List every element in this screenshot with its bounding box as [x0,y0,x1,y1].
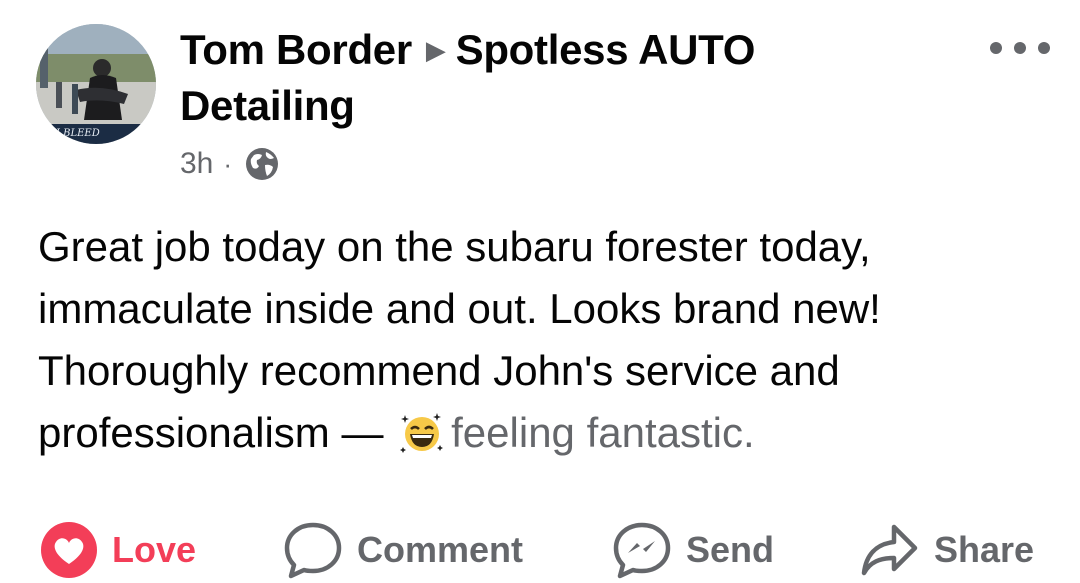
post-header: Tom Border ▶ Spotless AUTO Detailing [180,22,920,134]
grinning-stars-emoji-icon [400,413,444,453]
send-label: Send [686,529,775,570]
post-body: Great job today on the subaru forester t… [38,216,1048,464]
post-actions-bar: Love Comment Send Share [0,518,1080,582]
share-label: Share [934,529,1035,570]
feeling-text[interactable]: feeling fantastic. [451,409,755,456]
messenger-icon [613,522,671,579]
svg-text:I BLEED: I BLEED [55,128,100,139]
share-arrow-icon [861,524,918,576]
more-options-icon[interactable] [990,36,1050,60]
author-name[interactable]: Tom Border [180,26,412,73]
post-timestamp[interactable]: 3h [180,147,213,181]
share-button[interactable]: Share [860,518,1034,582]
love-label: Love [112,529,197,570]
heart-icon [41,522,97,578]
love-button[interactable]: Love [40,518,196,582]
triangle-right-icon: ▶ [425,35,446,65]
globe-icon [246,148,279,180]
post-meta: 3h · [180,142,280,186]
send-button[interactable]: Send [612,518,774,582]
facebook-post: I BLEED Tom Border ▶ Spotless AUTO Detaili… [0,0,1080,583]
meta-separator: · [223,148,233,179]
comment-bubble-icon [284,522,342,579]
author-avatar[interactable]: I BLEED [36,24,156,144]
comment-button[interactable]: Comment [283,518,523,582]
comment-label: Comment [357,529,524,570]
